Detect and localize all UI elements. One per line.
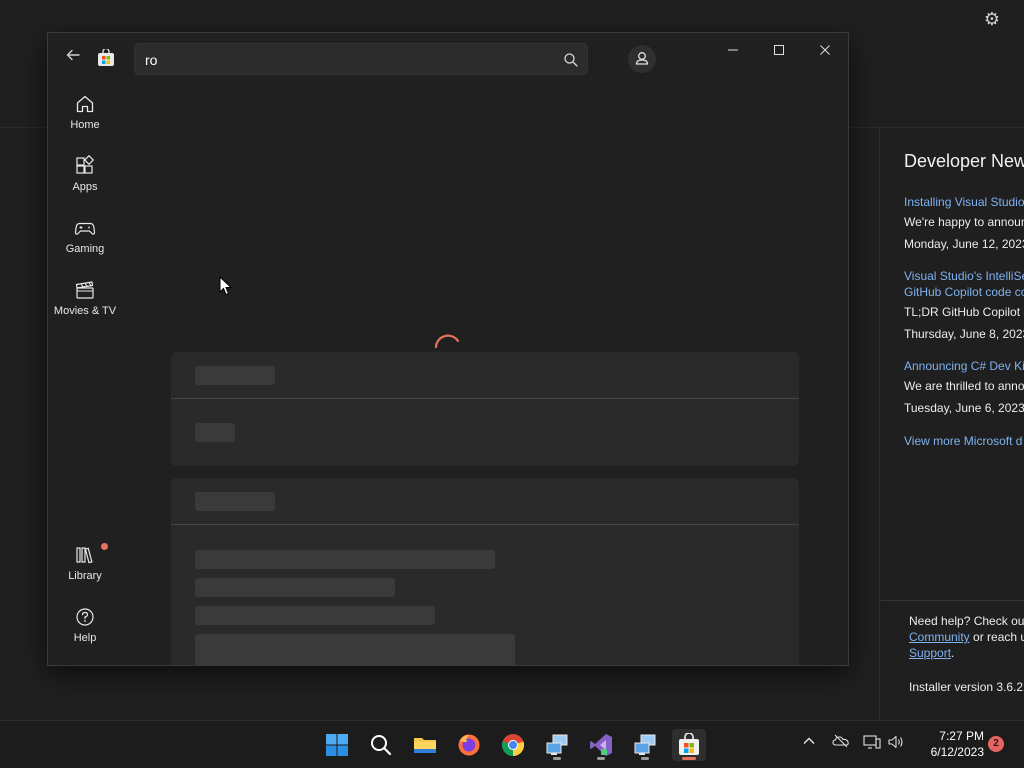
nav-movies-tv[interactable]: Movies & TV (50, 279, 120, 331)
remote-desktop-button[interactable] (540, 729, 574, 761)
firefox-icon (458, 734, 480, 756)
show-hidden-icons-chevron-icon[interactable] (800, 734, 818, 752)
nav-apps-label: Apps (72, 181, 98, 193)
nav-gaming[interactable]: Gaming (52, 217, 118, 269)
news-item-3-summary: We are thrilled to anno (904, 379, 1024, 393)
clapperboard-icon (75, 281, 94, 299)
community-link[interactable]: Community (909, 630, 970, 644)
running-indicator (597, 757, 605, 760)
microsoft-store-button[interactable] (672, 729, 706, 761)
skeleton-line (195, 606, 435, 625)
search-input[interactable] (145, 50, 545, 70)
nav-library[interactable]: Library (52, 544, 118, 596)
remote-desktop-2-button[interactable] (628, 729, 662, 761)
volume-icon[interactable] (887, 734, 905, 752)
close-button[interactable] (807, 39, 843, 63)
support-suffix: . (951, 646, 955, 660)
notification-badge[interactable]: 2 (988, 736, 1004, 752)
news-item-2-date: Thursday, June 8, 2023 (904, 327, 1024, 341)
help-line-3: Support. (909, 645, 1024, 661)
windows-logo-icon (326, 734, 348, 756)
taskbar-search-button[interactable] (364, 729, 398, 761)
remote-desktop-icon (634, 734, 656, 755)
store-icon (679, 733, 699, 755)
skeleton-card (171, 478, 799, 665)
nav-library-label: Library (68, 570, 102, 582)
skeleton-heading (195, 492, 275, 511)
close-icon (820, 45, 830, 55)
clock[interactable]: 7:27 PM 6/12/2023 (912, 728, 984, 760)
card-divider (171, 524, 799, 525)
firefox-button[interactable] (452, 729, 486, 761)
file-explorer-button[interactable] (408, 729, 442, 761)
skeleton-card (171, 352, 799, 466)
search-box[interactable] (134, 43, 588, 75)
settings-gear-icon[interactable]: ⚙ (982, 9, 1002, 29)
search-icon[interactable] (563, 52, 579, 68)
search-icon (371, 735, 392, 756)
back-arrow-icon (66, 49, 80, 61)
apps-icon (76, 155, 95, 174)
active-indicator (682, 757, 696, 760)
onedrive-offline-icon[interactable] (832, 734, 850, 752)
nav-help[interactable]: Help (52, 606, 118, 658)
news-item-3-title[interactable]: Announcing C# Dev Kit (904, 358, 1024, 374)
minimize-icon (728, 49, 738, 51)
nav-home[interactable]: Home (52, 93, 118, 145)
running-indicator (553, 757, 561, 760)
network-icon[interactable] (863, 734, 881, 752)
nav-movies-label: Movies & TV (53, 305, 117, 317)
developer-news-title: Developer News (904, 151, 1024, 171)
store-logo-icon (97, 47, 115, 67)
help-block: Need help? Check out Community or reach … (909, 613, 1024, 661)
help-line-2-rest: or reach u (969, 630, 1024, 644)
installer-version: Installer version 3.6.21 (909, 680, 1024, 694)
clock-time: 7:27 PM (939, 729, 984, 743)
skeleton-line (195, 550, 495, 569)
remote-desktop-icon (546, 734, 568, 755)
library-notification-dot (101, 543, 108, 550)
user-icon (635, 52, 649, 65)
start-button[interactable] (320, 729, 354, 761)
help-line-1: Need help? Check out (909, 614, 1024, 628)
visual-studio-button[interactable] (584, 729, 618, 761)
clock-date: 6/12/2023 (930, 745, 984, 759)
help-icon (76, 608, 94, 626)
news-item-3-date: Tuesday, June 6, 2023 (904, 401, 1024, 415)
minimize-button[interactable] (715, 39, 751, 63)
help-line-2: Community or reach u (909, 629, 1024, 645)
microsoft-store-window: Home Apps Gaming Movies & TV (47, 32, 849, 666)
panel-divider (880, 600, 1024, 601)
mouse-cursor-icon (219, 276, 233, 296)
news-item-2-summary: TL;DR GitHub Copilot a (904, 305, 1024, 319)
news-item-2-title-line2[interactable]: GitHub Copilot code co (904, 284, 1024, 300)
support-link[interactable]: Support (909, 646, 951, 660)
news-item-1-date: Monday, June 12, 2023 (904, 237, 1024, 251)
chrome-button[interactable] (496, 729, 530, 761)
skeleton-heading (195, 366, 275, 385)
nav-help-label: Help (73, 632, 97, 644)
library-icon (76, 547, 93, 564)
nav-home-label: Home (70, 119, 100, 131)
nav-gaming-label: Gaming (65, 243, 105, 255)
view-more-link[interactable]: View more Microsoft d (904, 433, 1022, 449)
visual-studio-icon (590, 734, 612, 756)
gamepad-icon (74, 222, 96, 235)
running-indicator (641, 757, 649, 760)
news-item-2-title-line1[interactable]: Visual Studio's IntelliSe (904, 268, 1024, 284)
card-divider (171, 398, 799, 399)
nav-apps[interactable]: Apps (52, 155, 118, 207)
skeleton-line (195, 578, 395, 597)
back-button[interactable] (62, 47, 84, 69)
skeleton-line (195, 423, 235, 442)
skeleton-block (195, 634, 515, 665)
home-icon (76, 95, 94, 113)
chrome-icon (501, 734, 525, 757)
maximize-button[interactable] (761, 39, 797, 63)
maximize-icon (774, 45, 784, 55)
news-item-1-title[interactable]: Installing Visual Studio (904, 194, 1024, 210)
news-item-1-summary: We're happy to announ (904, 215, 1024, 229)
account-button[interactable] (628, 45, 656, 73)
folder-icon (414, 738, 436, 753)
